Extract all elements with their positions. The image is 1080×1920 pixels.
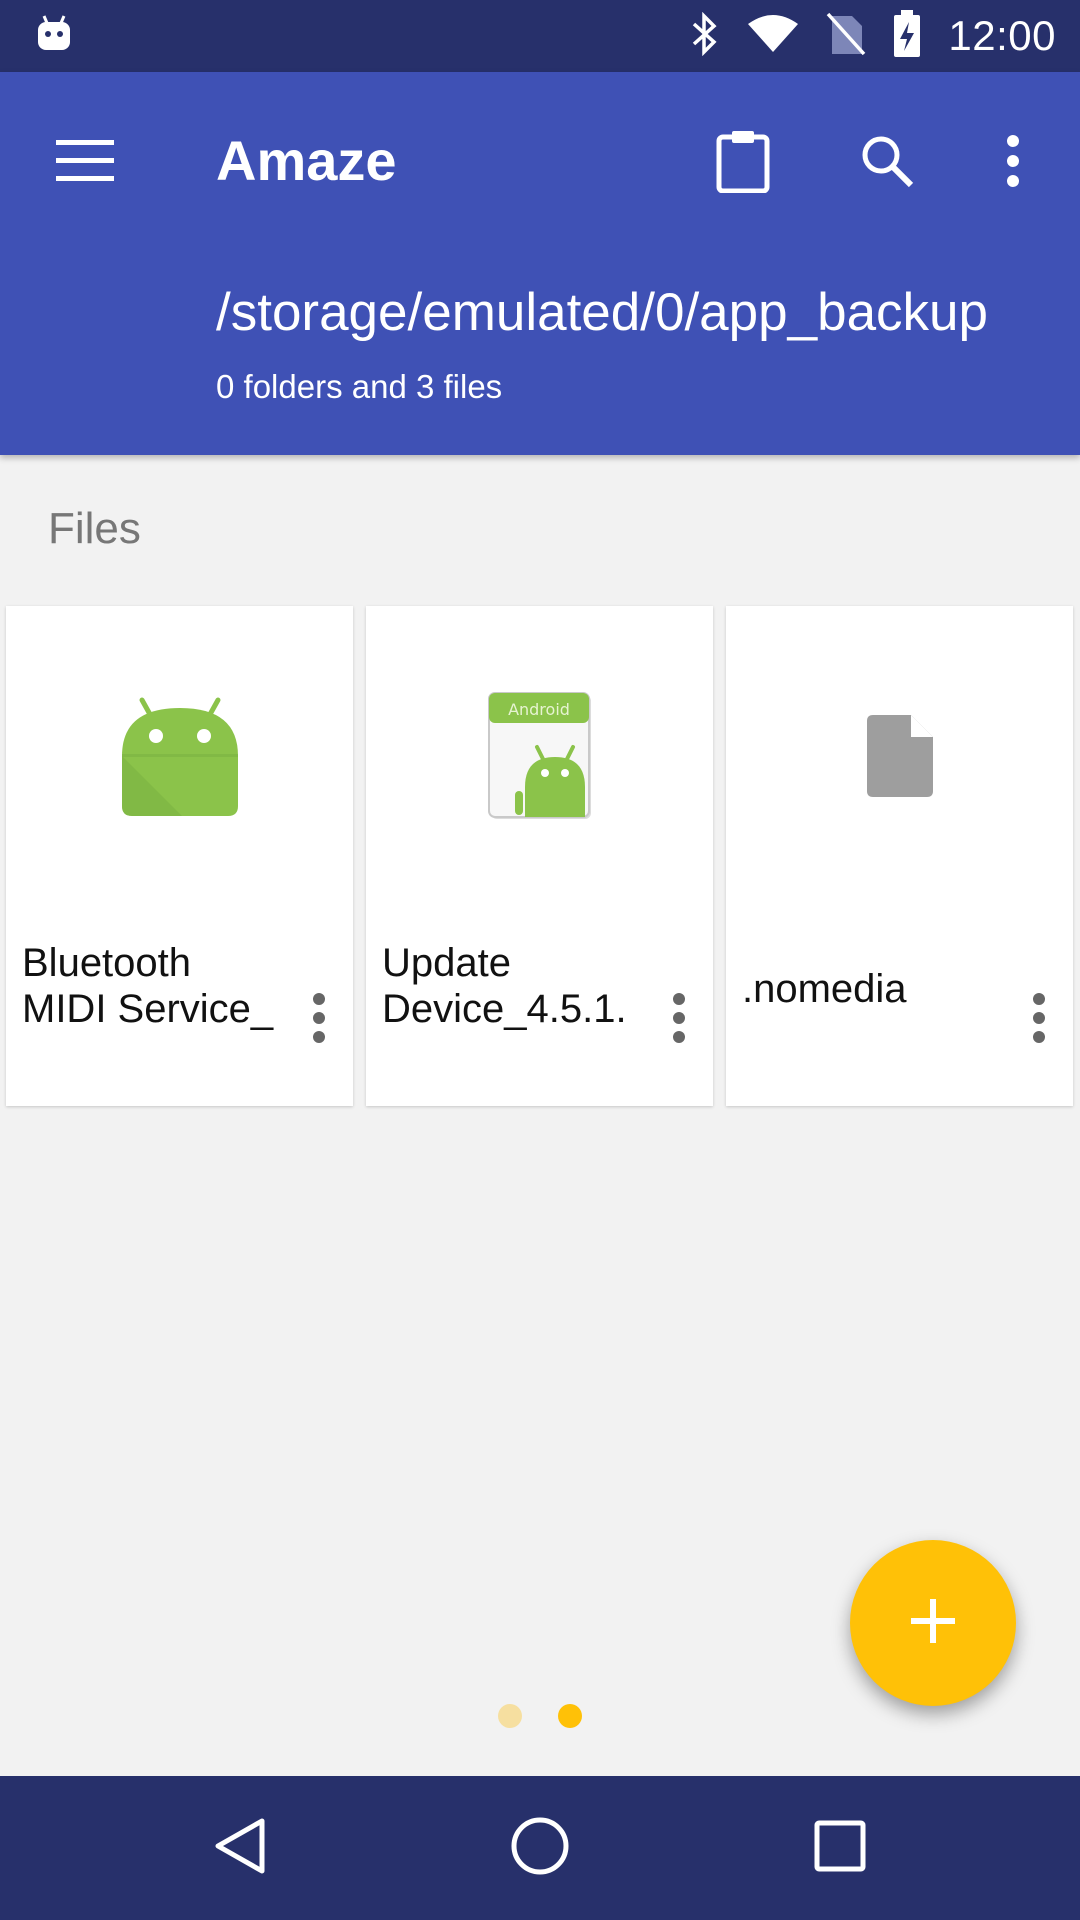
- recents-icon: [814, 1820, 866, 1877]
- back-icon: [212, 1817, 268, 1880]
- svg-text:Android: Android: [508, 700, 570, 719]
- file-options-button[interactable]: [659, 980, 699, 1060]
- plus-icon: [909, 1597, 957, 1650]
- status-time: 12:00: [948, 12, 1056, 59]
- file-name: .nomedia: [742, 967, 907, 1011]
- file-options-button[interactable]: [1019, 980, 1059, 1060]
- clipboard-icon: [715, 129, 771, 198]
- screen: 12:00 Amaze /storage/emulated/0/app_back…: [0, 0, 1080, 1920]
- status-bar: 12:00: [0, 0, 1080, 72]
- navigation-bar: [0, 1776, 1080, 1920]
- add-fab-button[interactable]: [850, 1540, 1016, 1706]
- search-button[interactable]: [842, 118, 932, 208]
- more-vert-icon: [671, 992, 687, 1048]
- search-icon: [859, 133, 915, 194]
- section-title-files: Files: [48, 504, 141, 553]
- home-icon: [510, 1816, 570, 1881]
- file-card[interactable]: Android Update Device_4.5.1.: [366, 606, 713, 1106]
- app-title: Amaze: [216, 129, 397, 192]
- home-button[interactable]: [490, 1798, 590, 1898]
- clipboard-button[interactable]: [698, 118, 788, 208]
- file-card[interactable]: .nomedia: [726, 606, 1073, 1106]
- recents-button[interactable]: [790, 1798, 890, 1898]
- back-button[interactable]: [190, 1798, 290, 1898]
- more-vert-icon: [311, 992, 327, 1048]
- menu-icon: [56, 139, 114, 187]
- file-options-button[interactable]: [299, 980, 339, 1060]
- current-path[interactable]: /storage/emulated/0/app_backup: [216, 282, 988, 343]
- page-indicator-dot-1[interactable]: [498, 1704, 522, 1728]
- android-notification-icon: [34, 14, 74, 54]
- menu-button[interactable]: [40, 118, 130, 208]
- more-vert-icon: [1005, 134, 1021, 192]
- overflow-menu-button[interactable]: [968, 118, 1058, 208]
- folder-file-count: 0 folders and 3 files: [216, 368, 503, 405]
- wifi-icon: [746, 14, 800, 59]
- file-name: Update Device_4.5.1.: [382, 941, 627, 1031]
- android-app-icon: [6, 666, 353, 846]
- android-apk-icon: Android: [366, 666, 713, 846]
- file-card[interactable]: Bluetooth MIDI Service_: [6, 606, 353, 1106]
- file-name: Bluetooth MIDI Service_: [22, 941, 274, 1031]
- bluetooth-icon: [690, 11, 720, 61]
- battery-charging-icon: [892, 9, 922, 63]
- no-sim-icon: [826, 12, 866, 61]
- more-vert-icon: [1031, 992, 1047, 1048]
- generic-file-icon: [726, 666, 1073, 846]
- app-toolbar: Amaze /storage/emulated/0/app_backup 0 f…: [0, 72, 1080, 455]
- status-icons: 12:00: [690, 0, 1056, 72]
- page-indicator-dot-2[interactable]: [558, 1704, 582, 1728]
